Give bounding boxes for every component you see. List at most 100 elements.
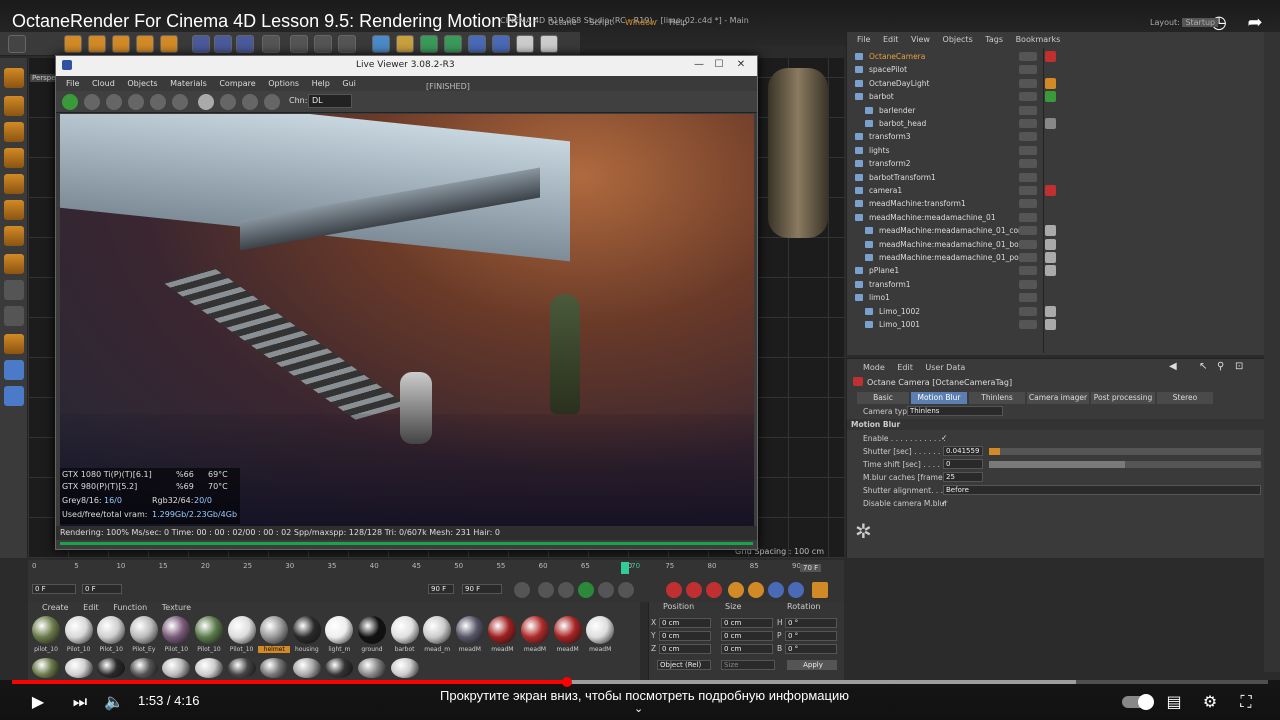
material-swatch[interactable] [423,616,452,644]
material-swatch[interactable] [521,616,549,644]
object-row[interactable]: meadMachine:meadamachine_01_core [847,224,1265,237]
tab-camera-imager[interactable]: Camera imager [1027,392,1089,404]
lv-menu-help[interactable]: Help [312,79,330,88]
autoplay-toggle[interactable] [1122,694,1154,710]
object-row[interactable]: transform1 [847,278,1265,291]
next-frame-icon[interactable] [598,582,614,598]
subtitles-icon[interactable]: ▤ [1162,690,1186,714]
material-swatch[interactable] [162,616,191,644]
workplane-icon[interactable] [4,122,24,142]
tab-stereo[interactable]: Stereo [1157,392,1213,404]
object-tag-icon[interactable] [1045,305,1056,317]
visibility-flags[interactable] [1019,293,1037,303]
scale-key-icon[interactable] [748,582,764,598]
object-row[interactable]: pPlane1 [847,264,1265,277]
visibility-flags[interactable] [1019,119,1037,128]
time-shift-slider[interactable] [989,461,1261,468]
pick-focus-icon[interactable] [242,94,258,110]
layout-value[interactable]: Startup [1182,18,1219,27]
parameter-key-icon[interactable] [788,582,804,598]
deformer-icon[interactable] [468,35,486,53]
lv-menu-cloud[interactable]: Cloud [92,79,115,88]
up-arrow-icon[interactable]: ↖ [1199,361,1207,372]
prev-frame-icon[interactable] [558,582,574,598]
material-swatch[interactable] [488,616,517,644]
material-swatch[interactable] [64,658,93,678]
timeline-ruler[interactable]: 05101520253035404550556065707580859070 [32,560,822,576]
material-swatch[interactable] [292,658,321,678]
edges-mode-icon[interactable] [4,200,24,220]
material-swatch[interactable] [455,616,484,644]
om-menu-tags[interactable]: Tags [985,35,1003,44]
grid-pattern-icon[interactable] [4,386,24,406]
x-axis-icon[interactable] [192,35,210,53]
mat-menu-function[interactable]: Function [113,603,147,612]
timeline-playhead[interactable] [621,562,630,574]
mat-menu-create[interactable]: Create [42,603,69,612]
coord-mode-select[interactable]: Object (Rel) [657,660,711,670]
render-output[interactable] [60,114,754,526]
render-view-icon[interactable] [290,35,308,53]
light-icon[interactable] [540,35,558,53]
polygons-mode-icon[interactable] [4,226,24,246]
tab-thinlens[interactable]: Thinlens [969,392,1025,404]
om-menu-edit[interactable]: Edit [883,35,899,44]
visibility-flags[interactable] [1019,253,1037,262]
back-arrow-icon[interactable]: ◀ [1169,361,1177,372]
lv-menu-file[interactable]: File [66,79,79,88]
texture-mode-icon[interactable] [4,96,24,116]
snap-icon[interactable] [4,280,24,300]
settings-gear-icon[interactable] [150,94,166,110]
object-row[interactable]: transform3 [847,130,1265,143]
object-tag-icon[interactable] [1045,77,1056,89]
om-menu-file[interactable]: File [857,35,870,44]
undo-icon[interactable] [8,35,26,53]
visibility-flags[interactable] [1019,266,1037,276]
visibility-flags[interactable] [1019,92,1037,102]
lv-menu-compare[interactable]: Compare [219,79,255,88]
lv-menu-objects[interactable]: Objects [127,79,157,88]
object-tag-icon[interactable] [1045,238,1056,250]
minimize-icon[interactable]: — [692,59,706,71]
shutter-alignment-select[interactable]: Before [943,485,1261,495]
goto-start-icon[interactable] [514,582,530,598]
pause-icon[interactable] [106,94,122,110]
menu-window[interactable]: Window [625,18,657,27]
autokey-icon[interactable] [686,582,702,598]
menu-octane[interactable]: Octane [548,18,577,27]
material-ball-icon[interactable] [198,94,214,110]
record-icon[interactable] [666,582,682,598]
visibility-flags[interactable] [1019,52,1037,61]
object-row[interactable]: spacePilot [847,63,1265,76]
visibility-flags[interactable] [1019,186,1037,195]
menu-help[interactable]: Help [669,18,687,27]
visibility-flags[interactable] [1019,226,1037,236]
model-mode-icon[interactable] [4,68,24,88]
object-row[interactable]: meadMachine:meadamachine_01_posts [847,251,1265,264]
material-swatch[interactable] [358,658,386,678]
visibility-flags[interactable] [1019,172,1037,182]
object-row[interactable]: meadMachine:meadamachine_01 [847,211,1265,224]
object-tag-icon[interactable] [1045,118,1056,129]
channel-select[interactable]: DL [308,94,352,108]
subdivision-icon[interactable] [420,35,438,53]
rotation-input[interactable]: 0 ° [785,644,837,654]
am-menu-userdata[interactable]: User Data [925,363,965,372]
grid-icon[interactable] [4,148,24,168]
next-key-icon[interactable] [618,582,634,598]
visibility-flags[interactable] [1019,65,1037,75]
size-input[interactable]: 0 cm [721,631,773,641]
axis-mode-icon[interactable] [4,254,24,274]
material-swatch[interactable] [64,616,93,644]
material-swatch[interactable] [586,616,615,644]
scroll-hint[interactable]: Прокрутите экран вниз, чтобы посмотреть … [440,688,849,703]
visibility-flags[interactable] [1019,320,1037,329]
object-row[interactable]: OctaneDayLight [847,77,1265,90]
render-settings-icon[interactable] [338,35,356,53]
object-row[interactable]: meadMachine:transform1 [847,197,1265,210]
locked-workplane-icon[interactable] [4,306,24,326]
visibility-flags[interactable] [1019,199,1037,209]
material-swatch[interactable] [97,658,126,678]
visibility-flags[interactable] [1019,306,1037,316]
lock-icon[interactable] [172,94,188,110]
